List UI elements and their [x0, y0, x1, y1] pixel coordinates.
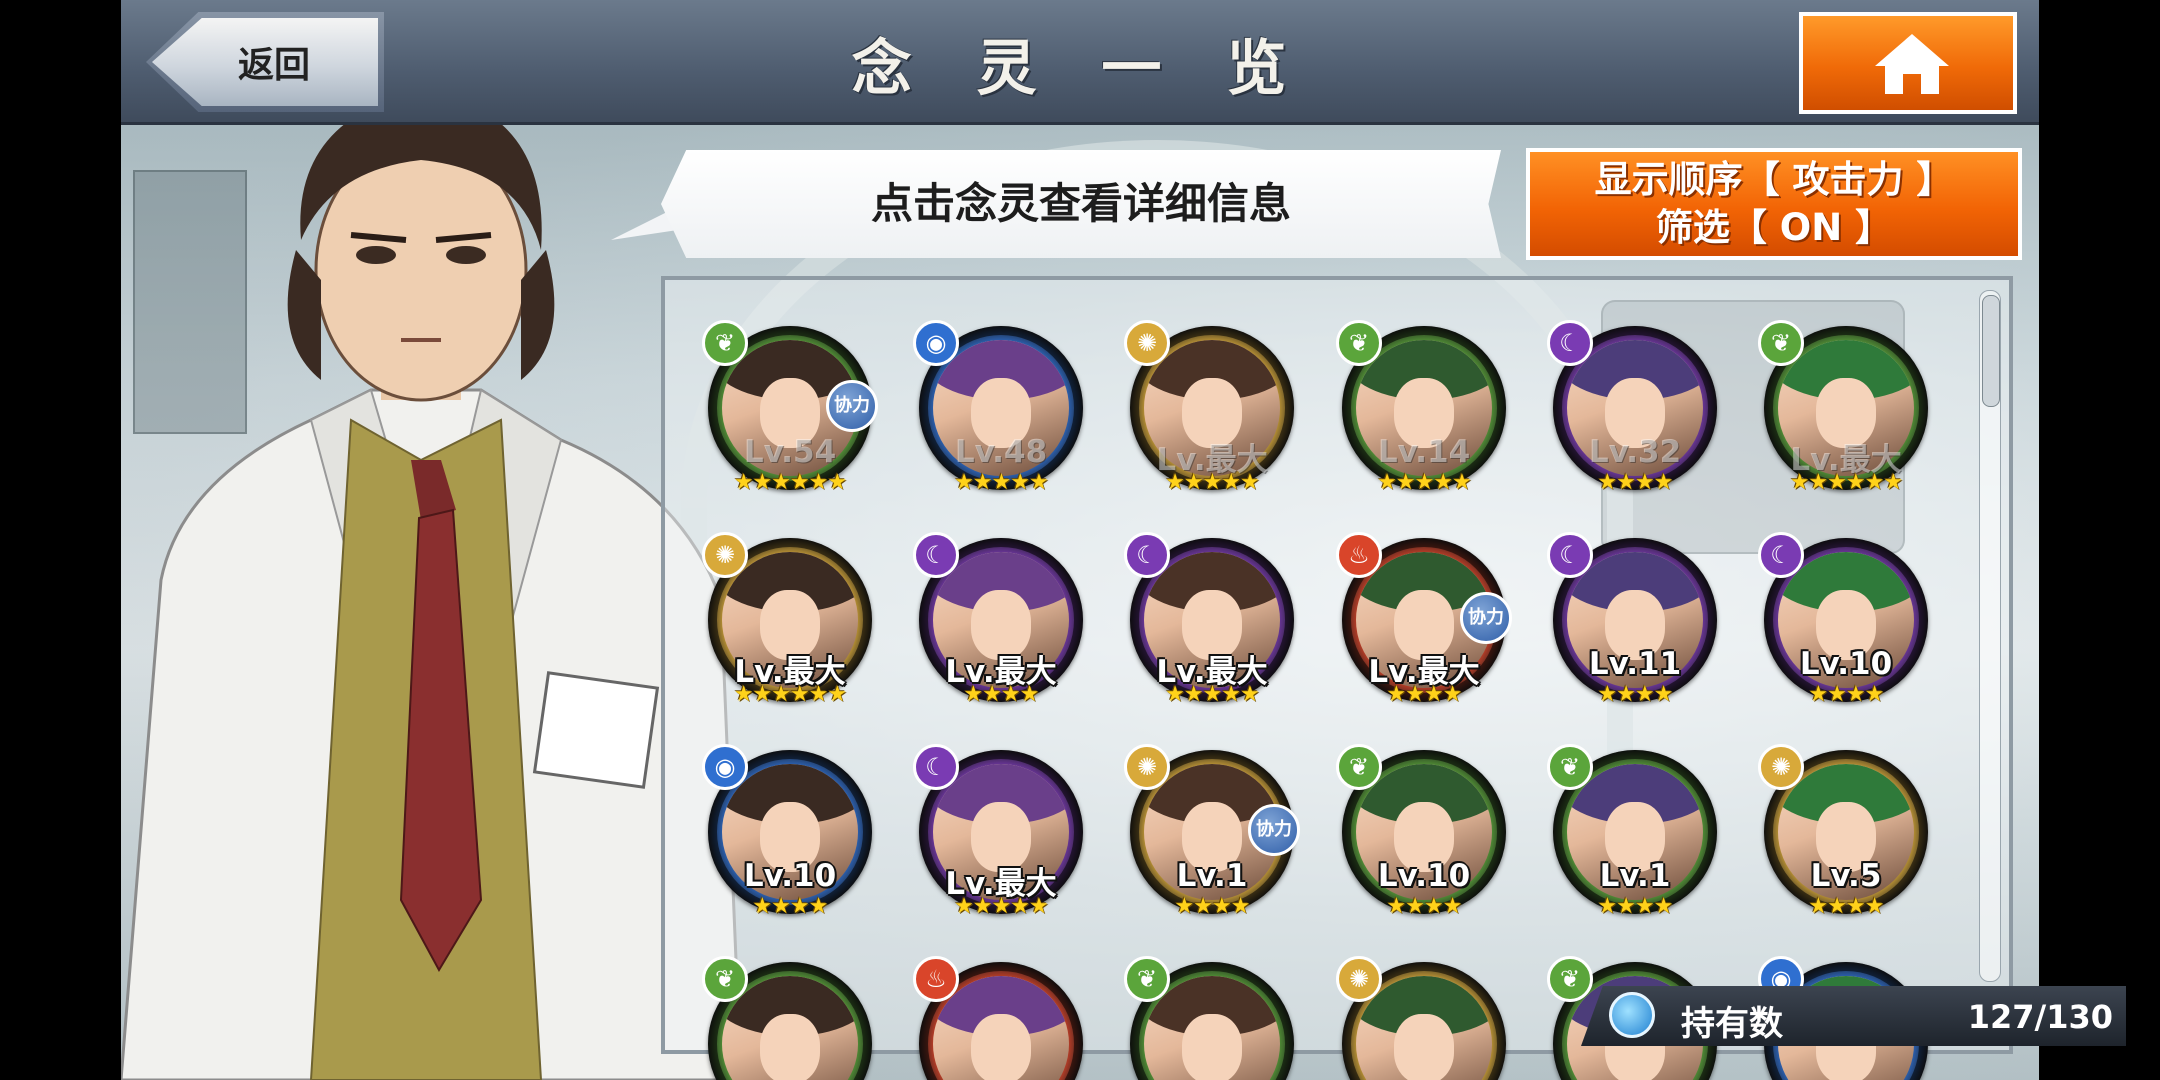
spirit-rarity-stars: ★★★★	[1386, 682, 1463, 707]
spirit-rarity-stars: ★★★★	[1808, 894, 1885, 919]
leaf-icon: ❦	[702, 956, 748, 1002]
spirit-rarity-stars: ★★★★	[1808, 682, 1885, 707]
light-burst-icon: ✺	[702, 532, 748, 578]
spirit-rarity-stars: ★★★★	[1597, 682, 1674, 707]
spirit-level: Lv.10	[743, 858, 837, 894]
light-burst-icon: ✺	[1758, 744, 1804, 790]
owned-count-value: 127/130	[1967, 998, 2113, 1036]
light-burst-icon: ✺	[1336, 956, 1382, 1002]
leaf-icon: ❦	[1124, 956, 1170, 1002]
spirit-card[interactable]: ☾ Lv.最大 ★★★★★	[1122, 530, 1302, 720]
crescent-moon-icon: ☾	[1124, 532, 1170, 578]
spirit-card[interactable]: ✺ Lv.最大 ★★★★★★	[700, 530, 880, 720]
crescent-moon-icon: ☾	[1547, 320, 1593, 366]
spirit-rarity-stars: ★★★★★	[954, 470, 1049, 495]
spirit-rarity-stars: ★★★★★	[1377, 470, 1472, 495]
spirit-card[interactable]: ✺ Lv.最大 ★★★★★	[1122, 318, 1302, 508]
crescent-moon-icon: ☾	[1547, 532, 1593, 578]
spirit-level: Lv.48	[954, 434, 1048, 470]
spirit-level: Lv.54	[743, 434, 837, 470]
owned-count-label: 持有数	[1681, 1004, 1783, 1044]
spirit-card[interactable]: ❦ 协力 Lv.54 ★★★★★★	[700, 318, 880, 508]
coop-badge: 协力	[1248, 804, 1300, 856]
spirit-card[interactable]: ☾ Lv.最大 ★★★★★	[911, 742, 1091, 932]
flame-icon: ♨	[913, 956, 959, 1002]
spirit-rarity-stars: ★★★★★★	[733, 682, 847, 707]
spirit-card[interactable]: ☾ Lv.最大 ★★★★	[911, 530, 1091, 720]
leaf-icon: ❦	[1336, 744, 1382, 790]
spirit-level: Lv.10	[1799, 646, 1893, 682]
crescent-moon-icon: ☾	[913, 532, 959, 578]
light-burst-icon: ✺	[1124, 744, 1170, 790]
spirit-card[interactable]: ✺	[1334, 954, 1514, 1080]
spirit-card[interactable]: ✺ Lv.5 ★★★★	[1756, 742, 1936, 932]
spirit-card[interactable]: ♨	[911, 954, 1091, 1080]
spirit-rarity-stars: ★★★★	[752, 894, 829, 919]
spirit-card[interactable]: ❦	[700, 954, 880, 1080]
coop-badge: 协力	[826, 380, 878, 432]
leaf-icon: ❦	[1547, 744, 1593, 790]
sort-order-label: 显示顺序【 攻击力 】	[1594, 158, 1954, 201]
water-drop-icon: ◉	[702, 744, 748, 790]
spirit-card[interactable]: ☾ Lv.11 ★★★★	[1545, 530, 1725, 720]
spirit-level: Lv.1	[1599, 858, 1671, 894]
spirit-card[interactable]: ◉ Lv.10 ★★★★	[700, 742, 880, 932]
spirit-rarity-stars: ★★★★	[1386, 894, 1463, 919]
spirit-card[interactable]: ❦ Lv.1 ★★★★	[1545, 742, 1725, 932]
crescent-moon-icon: ☾	[913, 744, 959, 790]
owned-count-icon	[1609, 992, 1655, 1038]
spirit-level: Lv.14	[1377, 434, 1471, 470]
spirit-rarity-stars: ★★★★	[1597, 894, 1674, 919]
spirit-card[interactable]: ❦ Lv.最大 ★★★★★★	[1756, 318, 1936, 508]
water-drop-icon: ◉	[913, 320, 959, 366]
spirit-card[interactable]: ❦ Lv.14 ★★★★★	[1334, 318, 1514, 508]
spirit-level: Lv.11	[1588, 646, 1682, 682]
spirit-rarity-stars: ★★★★	[1174, 894, 1251, 919]
list-scrollbar[interactable]	[1979, 290, 2001, 982]
filter-label: 筛选【 ON 】	[1655, 206, 1893, 249]
light-burst-icon: ✺	[1124, 320, 1170, 366]
spirit-card[interactable]: ❦	[1122, 954, 1302, 1080]
spirit-rarity-stars: ★★★★★	[1165, 682, 1260, 707]
spirit-card[interactable]: ✺ 协力 Lv.1 ★★★★	[1122, 742, 1302, 932]
spirit-card[interactable]: ☾ Lv.32 ★★★★	[1545, 318, 1725, 508]
spirit-card[interactable]: ♨ 协力 Lv.最大 ★★★★	[1334, 530, 1514, 720]
coop-badge: 协力	[1460, 592, 1512, 644]
spirit-rarity-stars: ★★★★★	[954, 894, 1049, 919]
crescent-moon-icon: ☾	[1758, 532, 1804, 578]
spirit-rarity-stars: ★★★★★★	[733, 470, 847, 495]
spirit-rarity-stars: ★★★★	[1597, 470, 1674, 495]
spirit-rarity-stars: ★★★★	[963, 682, 1040, 707]
leaf-icon: ❦	[702, 320, 748, 366]
leaf-icon: ❦	[1758, 320, 1804, 366]
spirit-rarity-stars: ★★★★★	[1165, 470, 1260, 495]
spirit-rarity-stars: ★★★★★★	[1789, 470, 1903, 495]
spirit-level: Lv.10	[1377, 858, 1471, 894]
sort-filter-button[interactable]: 显示顺序【 攻击力 】 筛选【 ON 】	[1526, 148, 2022, 260]
spirit-card[interactable]: ☾ Lv.10 ★★★★	[1756, 530, 1936, 720]
leaf-icon: ❦	[1547, 956, 1593, 1002]
spirit-level: Lv.1	[1176, 858, 1248, 894]
spirit-card[interactable]: ❦ Lv.10 ★★★★	[1334, 742, 1514, 932]
leaf-icon: ❦	[1336, 320, 1382, 366]
scrollbar-thumb[interactable]	[1982, 295, 2000, 407]
spirit-level: Lv.32	[1588, 434, 1682, 470]
hint-text: 点击念灵查看详细信息	[870, 179, 1291, 228]
spirit-level: Lv.5	[1810, 858, 1882, 894]
spirit-card[interactable]: ◉ Lv.48 ★★★★★	[911, 318, 1091, 508]
flame-icon: ♨	[1336, 532, 1382, 578]
